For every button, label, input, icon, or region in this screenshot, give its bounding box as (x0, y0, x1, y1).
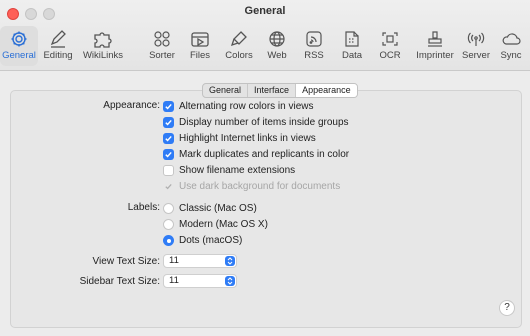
tab-appearance[interactable]: Appearance (296, 84, 357, 97)
files-icon (189, 29, 211, 49)
rss-icon (303, 29, 325, 49)
toolbar-label: RSS (304, 50, 324, 61)
option-label: Alternating row colors in views (179, 101, 314, 112)
tab-general[interactable]: General (203, 84, 249, 97)
toolbar-item-files[interactable]: Files (182, 26, 218, 66)
globe-icon (266, 29, 288, 49)
toolbar-item-sync[interactable]: Sync (494, 26, 528, 66)
view-text-size-select[interactable]: 11 (163, 254, 237, 268)
toolbar-label: Sync (500, 50, 522, 61)
radio-unselected-icon[interactable] (163, 203, 174, 214)
toolbar-item-sorter[interactable]: Sorter (142, 26, 182, 66)
option-dark-background: Use dark background for documents (163, 181, 340, 192)
sidebar-text-size-select[interactable]: 11 (163, 274, 237, 288)
checkbox-checked-icon[interactable] (163, 149, 174, 160)
option-display-item-count[interactable]: Display number of items inside groups (163, 117, 349, 128)
ocr-icon (379, 29, 401, 49)
option-alternating-rows[interactable]: Alternating row colors in views (163, 101, 314, 112)
toolbar-item-data[interactable]: Data (335, 26, 369, 66)
radio-label: Modern (Mac OS X) (179, 219, 268, 230)
toolbar-item-server[interactable]: Server (458, 26, 494, 66)
paintbrush-icon (228, 29, 250, 49)
toolbar-label: Web (267, 50, 287, 61)
checkbox-checked-icon[interactable] (163, 133, 174, 144)
toolbar-item-imprinter[interactable]: Imprinter (410, 26, 460, 66)
toolbar-item-wikilinks[interactable]: WikiLinks (78, 26, 128, 66)
toolbar-label: General (2, 50, 36, 61)
toolbar-item-colors[interactable]: Colors (220, 26, 258, 66)
toolbar-item-web[interactable]: Web (259, 26, 295, 66)
stepper-arrows-icon (225, 276, 235, 286)
select-value: 11 (169, 275, 179, 286)
radio-unselected-icon[interactable] (163, 219, 174, 230)
preferences-window: General General Editing WikiLinks Sorter… (0, 0, 530, 336)
tab-interface[interactable]: Interface (248, 84, 297, 97)
radio-dots[interactable]: Dots (macOS) (163, 235, 242, 246)
option-label: Display number of items inside groups (179, 117, 349, 128)
help-button[interactable]: ? (499, 300, 515, 316)
tab-control: General Interface Appearance (202, 83, 358, 98)
toolbar-item-general[interactable]: General (0, 26, 38, 66)
preferences-toolbar: General Editing WikiLinks Sorter Files C… (0, 26, 530, 68)
view-text-size-label: View Text Size: (92, 256, 160, 267)
radio-selected-icon[interactable] (163, 235, 174, 246)
data-icon (341, 29, 363, 49)
select-value: 11 (169, 255, 179, 266)
checkbox-disabled-checked-icon (163, 181, 174, 192)
stepper-arrows-icon (225, 256, 235, 266)
option-label: Show filename extensions (179, 165, 296, 176)
antenna-icon (465, 29, 487, 49)
toolbar-item-editing[interactable]: Editing (38, 26, 78, 66)
radio-label: Classic (Mac OS) (179, 203, 257, 214)
option-label: Mark duplicates and replicants in color (179, 149, 350, 160)
window-title: General (244, 5, 286, 17)
circles-icon (151, 29, 173, 49)
toolbar-label: Data (341, 50, 363, 61)
checkbox-checked-icon[interactable] (163, 117, 174, 128)
toolbar-label: Editing (43, 50, 73, 61)
toolbar-label: Files (189, 50, 211, 61)
stamp-icon (424, 29, 446, 49)
toolbar-item-ocr[interactable]: OCR (373, 26, 407, 66)
toolbar-label: OCR (379, 50, 401, 61)
radio-label: Dots (macOS) (179, 235, 243, 246)
appearance-label: Appearance: (103, 100, 160, 111)
pencil-icon (47, 29, 69, 49)
checkbox-checked-icon[interactable] (163, 101, 174, 112)
toolbar-label: Sorter (149, 50, 175, 61)
option-mark-duplicates[interactable]: Mark duplicates and replicants in color (163, 149, 349, 160)
labels-label: Labels: (127, 202, 160, 213)
toolbar-label: Server (462, 50, 490, 61)
option-label: Highlight Internet links in views (179, 133, 316, 144)
radio-classic[interactable]: Classic (Mac OS) (163, 203, 257, 214)
checkbox-unchecked-icon[interactable] (163, 165, 174, 176)
option-highlight-links[interactable]: Highlight Internet links in views (163, 133, 316, 144)
gear-icon (8, 29, 30, 49)
sidebar-text-size-label: Sidebar Text Size: (79, 276, 160, 287)
option-label: Use dark background for documents (179, 181, 341, 192)
option-show-extensions[interactable]: Show filename extensions (163, 165, 295, 176)
titlebar: General General Editing WikiLinks Sorter… (0, 0, 530, 71)
toolbar-item-rss[interactable]: RSS (297, 26, 331, 66)
toolbar-label: WikiLinks (82, 50, 124, 61)
toolbar-label: Colors (225, 50, 253, 61)
radio-modern[interactable]: Modern (Mac OS X) (163, 219, 268, 230)
toolbar-label: Imprinter (416, 50, 454, 61)
cloud-icon (500, 29, 522, 49)
puzzle-icon (92, 29, 114, 49)
